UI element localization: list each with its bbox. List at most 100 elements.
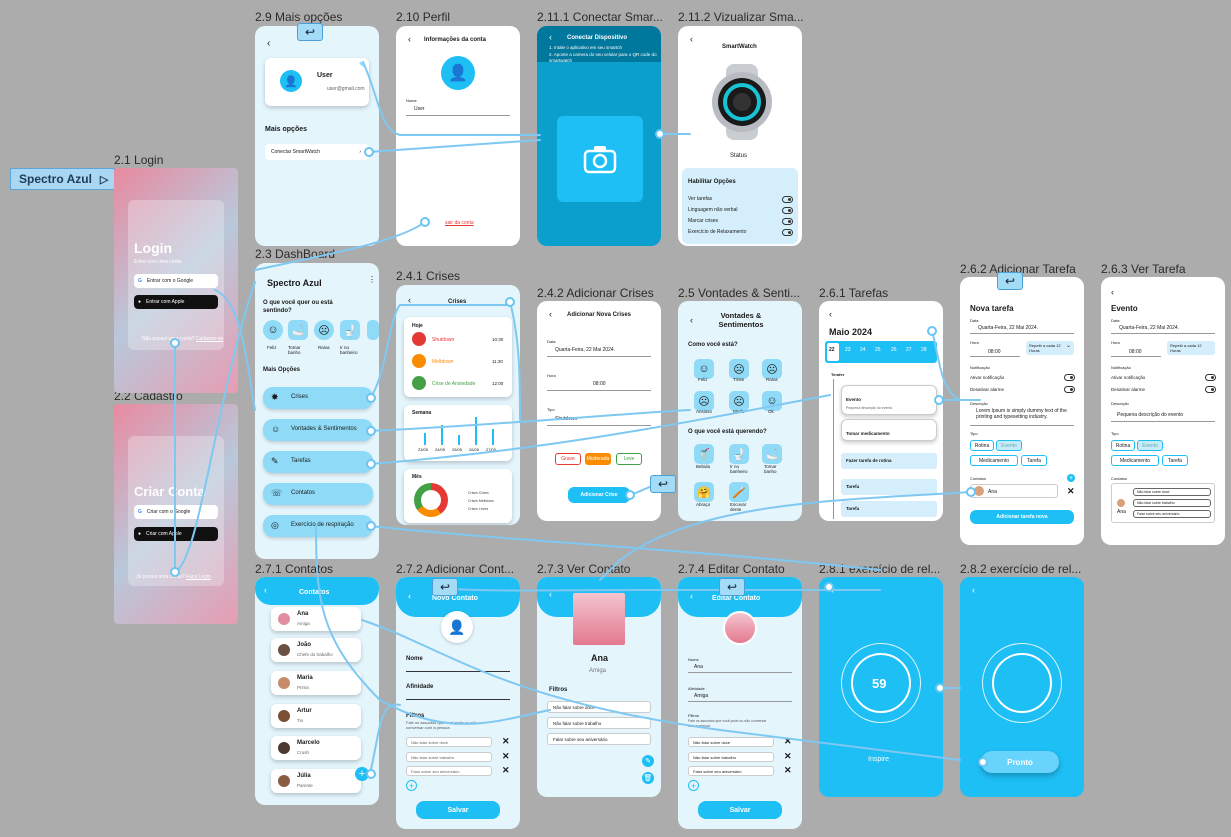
back-action-icon[interactable]: ↩ bbox=[650, 475, 676, 493]
delete-icon[interactable]: 🗑 bbox=[642, 772, 654, 784]
avatar-placeholder[interactable]: 👤 bbox=[441, 611, 473, 643]
mood-bathroom-button[interactable]: 🚽 bbox=[340, 320, 360, 340]
remove-filter-icon[interactable]: ✕ bbox=[784, 736, 792, 747]
remove-filter-icon[interactable]: ✕ bbox=[502, 736, 510, 747]
flow-start-label[interactable]: Spectro Azul ▷ bbox=[10, 168, 115, 190]
option-toggle[interactable] bbox=[782, 229, 793, 236]
type-task[interactable]: Tarefa bbox=[1021, 455, 1047, 466]
edit-icon[interactable]: ✎ bbox=[359, 61, 365, 69]
back-icon[interactable]: ‹ bbox=[690, 591, 693, 601]
link-hotspot[interactable] bbox=[170, 567, 180, 577]
link-hotspot[interactable] bbox=[366, 521, 376, 531]
feel-anxious-button[interactable]: ☹ bbox=[694, 391, 714, 411]
repeat-select[interactable]: Repetir a cada 12 Horas bbox=[1167, 341, 1215, 355]
back-icon[interactable]: ‹ bbox=[267, 38, 270, 49]
remove-filter-icon[interactable]: ✕ bbox=[502, 751, 510, 762]
edit-icon[interactable]: ✎ bbox=[642, 755, 654, 767]
type-routine[interactable]: Rotina bbox=[1111, 440, 1135, 451]
apple-login-button[interactable]: ● Entrar com Apple bbox=[134, 295, 218, 309]
back-action-icon[interactable]: ↩ bbox=[719, 578, 745, 596]
done-button[interactable]: Pronto bbox=[981, 751, 1059, 773]
back-action-icon[interactable]: ↩ bbox=[432, 578, 458, 596]
option-toggle[interactable] bbox=[782, 218, 793, 225]
back-icon[interactable]: ‹ bbox=[549, 309, 552, 319]
back-icon[interactable]: ‹ bbox=[264, 585, 267, 595]
link-hotspot[interactable] bbox=[366, 393, 376, 403]
type-medication[interactable]: Medicamento bbox=[970, 455, 1018, 466]
link-hotspot[interactable] bbox=[505, 297, 515, 307]
contact-row[interactable]: Maria Prima bbox=[271, 671, 361, 695]
menu-respiracao[interactable]: ◎ Exercício de respiração bbox=[263, 515, 373, 537]
link-hotspot[interactable] bbox=[366, 426, 376, 436]
calendar-day[interactable]: 27 bbox=[906, 347, 912, 353]
feel-fear-button[interactable]: ☹ bbox=[729, 391, 749, 411]
add-filter-icon[interactable]: + bbox=[406, 780, 417, 791]
menu-contatos[interactable]: ☏ Contatos bbox=[263, 483, 373, 505]
profile-card[interactable]: 👤 User user@gmail.com ✎ bbox=[265, 58, 369, 106]
menu-crises[interactable]: ✸ Crises bbox=[263, 387, 373, 409]
save-button[interactable]: Salvar bbox=[416, 801, 500, 819]
menu-vontades[interactable]: ☺ Vontades & Sentimentos bbox=[263, 419, 373, 441]
want-drink-button[interactable]: 🥤 bbox=[694, 444, 714, 464]
remove-contact-icon[interactable]: ✕ bbox=[1067, 486, 1075, 497]
camera-scan-button[interactable] bbox=[557, 116, 643, 202]
add-crise-button[interactable]: Adicionar Crise bbox=[568, 487, 630, 503]
option-toggle[interactable] bbox=[782, 196, 793, 203]
add-contact-icon[interactable]: + bbox=[1067, 474, 1075, 482]
back-icon[interactable]: ‹ bbox=[549, 589, 552, 599]
feel-angry-button[interactable]: ☹ bbox=[762, 359, 782, 379]
link-hotspot[interactable] bbox=[927, 326, 937, 336]
notif-toggle[interactable] bbox=[1064, 374, 1075, 381]
link-hotspot[interactable] bbox=[966, 487, 976, 497]
notif-toggle[interactable] bbox=[1205, 374, 1216, 381]
back-action-icon[interactable]: ↩ bbox=[297, 23, 323, 41]
want-teeth-button[interactable]: 🪥 bbox=[729, 482, 749, 502]
login-link[interactable]: Faça Login bbox=[186, 574, 211, 580]
alarm-toggle[interactable] bbox=[1064, 386, 1075, 393]
back-action-icon[interactable]: ↩ bbox=[997, 272, 1023, 290]
task-card[interactable] bbox=[841, 419, 937, 441]
feel-sad-button[interactable]: ☹ bbox=[729, 359, 749, 379]
back-icon[interactable]: ‹ bbox=[690, 34, 693, 44]
mood-more-button[interactable] bbox=[367, 320, 379, 340]
remove-filter-icon[interactable]: ✕ bbox=[784, 751, 792, 762]
want-bathroom-button[interactable]: 🚽 bbox=[729, 444, 749, 464]
repeat-select[interactable]: Repetir a cada 12 Horas ⌄ bbox=[1026, 341, 1074, 355]
menu-tarefas[interactable]: ✎ Tarefas bbox=[263, 451, 373, 473]
contact-row[interactable]: Júlia Parente bbox=[271, 769, 361, 793]
apple-signup-button[interactable]: ● Criar com Apple bbox=[134, 527, 218, 541]
type-event[interactable]: Evento bbox=[996, 440, 1022, 451]
alarm-toggle[interactable] bbox=[1205, 386, 1216, 393]
contact-chip[interactable]: Ana bbox=[970, 484, 1058, 498]
mood-happy-button[interactable]: ☺ bbox=[263, 320, 283, 340]
feel-happy-button[interactable]: ☺ bbox=[694, 359, 714, 379]
back-icon[interactable]: ‹ bbox=[408, 591, 411, 601]
link-hotspot[interactable] bbox=[364, 147, 374, 157]
back-icon[interactable]: ‹ bbox=[408, 295, 411, 305]
contact-photo[interactable] bbox=[723, 611, 757, 645]
mood-shower-button[interactable]: 🛁 bbox=[288, 320, 308, 340]
link-hotspot[interactable] bbox=[366, 769, 376, 779]
want-hug-button[interactable]: 🤗 bbox=[694, 482, 714, 502]
link-hotspot[interactable] bbox=[170, 338, 180, 348]
level-severe[interactable]: Grave bbox=[555, 453, 581, 465]
calendar-day[interactable]: 28 bbox=[921, 347, 927, 353]
link-hotspot[interactable] bbox=[935, 683, 945, 693]
feel-ok-button[interactable]: ☺ bbox=[762, 391, 782, 411]
signup-link[interactable]: Cadastre-se bbox=[196, 336, 223, 342]
calendar-day[interactable]: 23 bbox=[845, 347, 851, 353]
back-icon[interactable]: ‹ bbox=[408, 34, 411, 44]
level-light[interactable]: Leve bbox=[616, 453, 642, 465]
link-hotspot[interactable] bbox=[625, 490, 635, 500]
back-icon[interactable]: ‹ bbox=[1111, 287, 1114, 297]
remove-filter-icon[interactable]: ✕ bbox=[502, 765, 510, 776]
save-button[interactable]: Salvar bbox=[698, 801, 782, 819]
link-hotspot[interactable] bbox=[366, 459, 376, 469]
back-icon[interactable]: ‹ bbox=[690, 315, 693, 325]
type-medication[interactable]: Medicamento bbox=[1111, 455, 1159, 466]
contact-row[interactable]: Marcelo Crush bbox=[271, 736, 361, 760]
google-signup-button[interactable]: G Criar com o Google bbox=[134, 505, 218, 519]
calendar-day[interactable]: 22 bbox=[829, 347, 835, 353]
link-hotspot[interactable] bbox=[824, 582, 834, 592]
back-icon[interactable]: ‹ bbox=[549, 32, 552, 42]
